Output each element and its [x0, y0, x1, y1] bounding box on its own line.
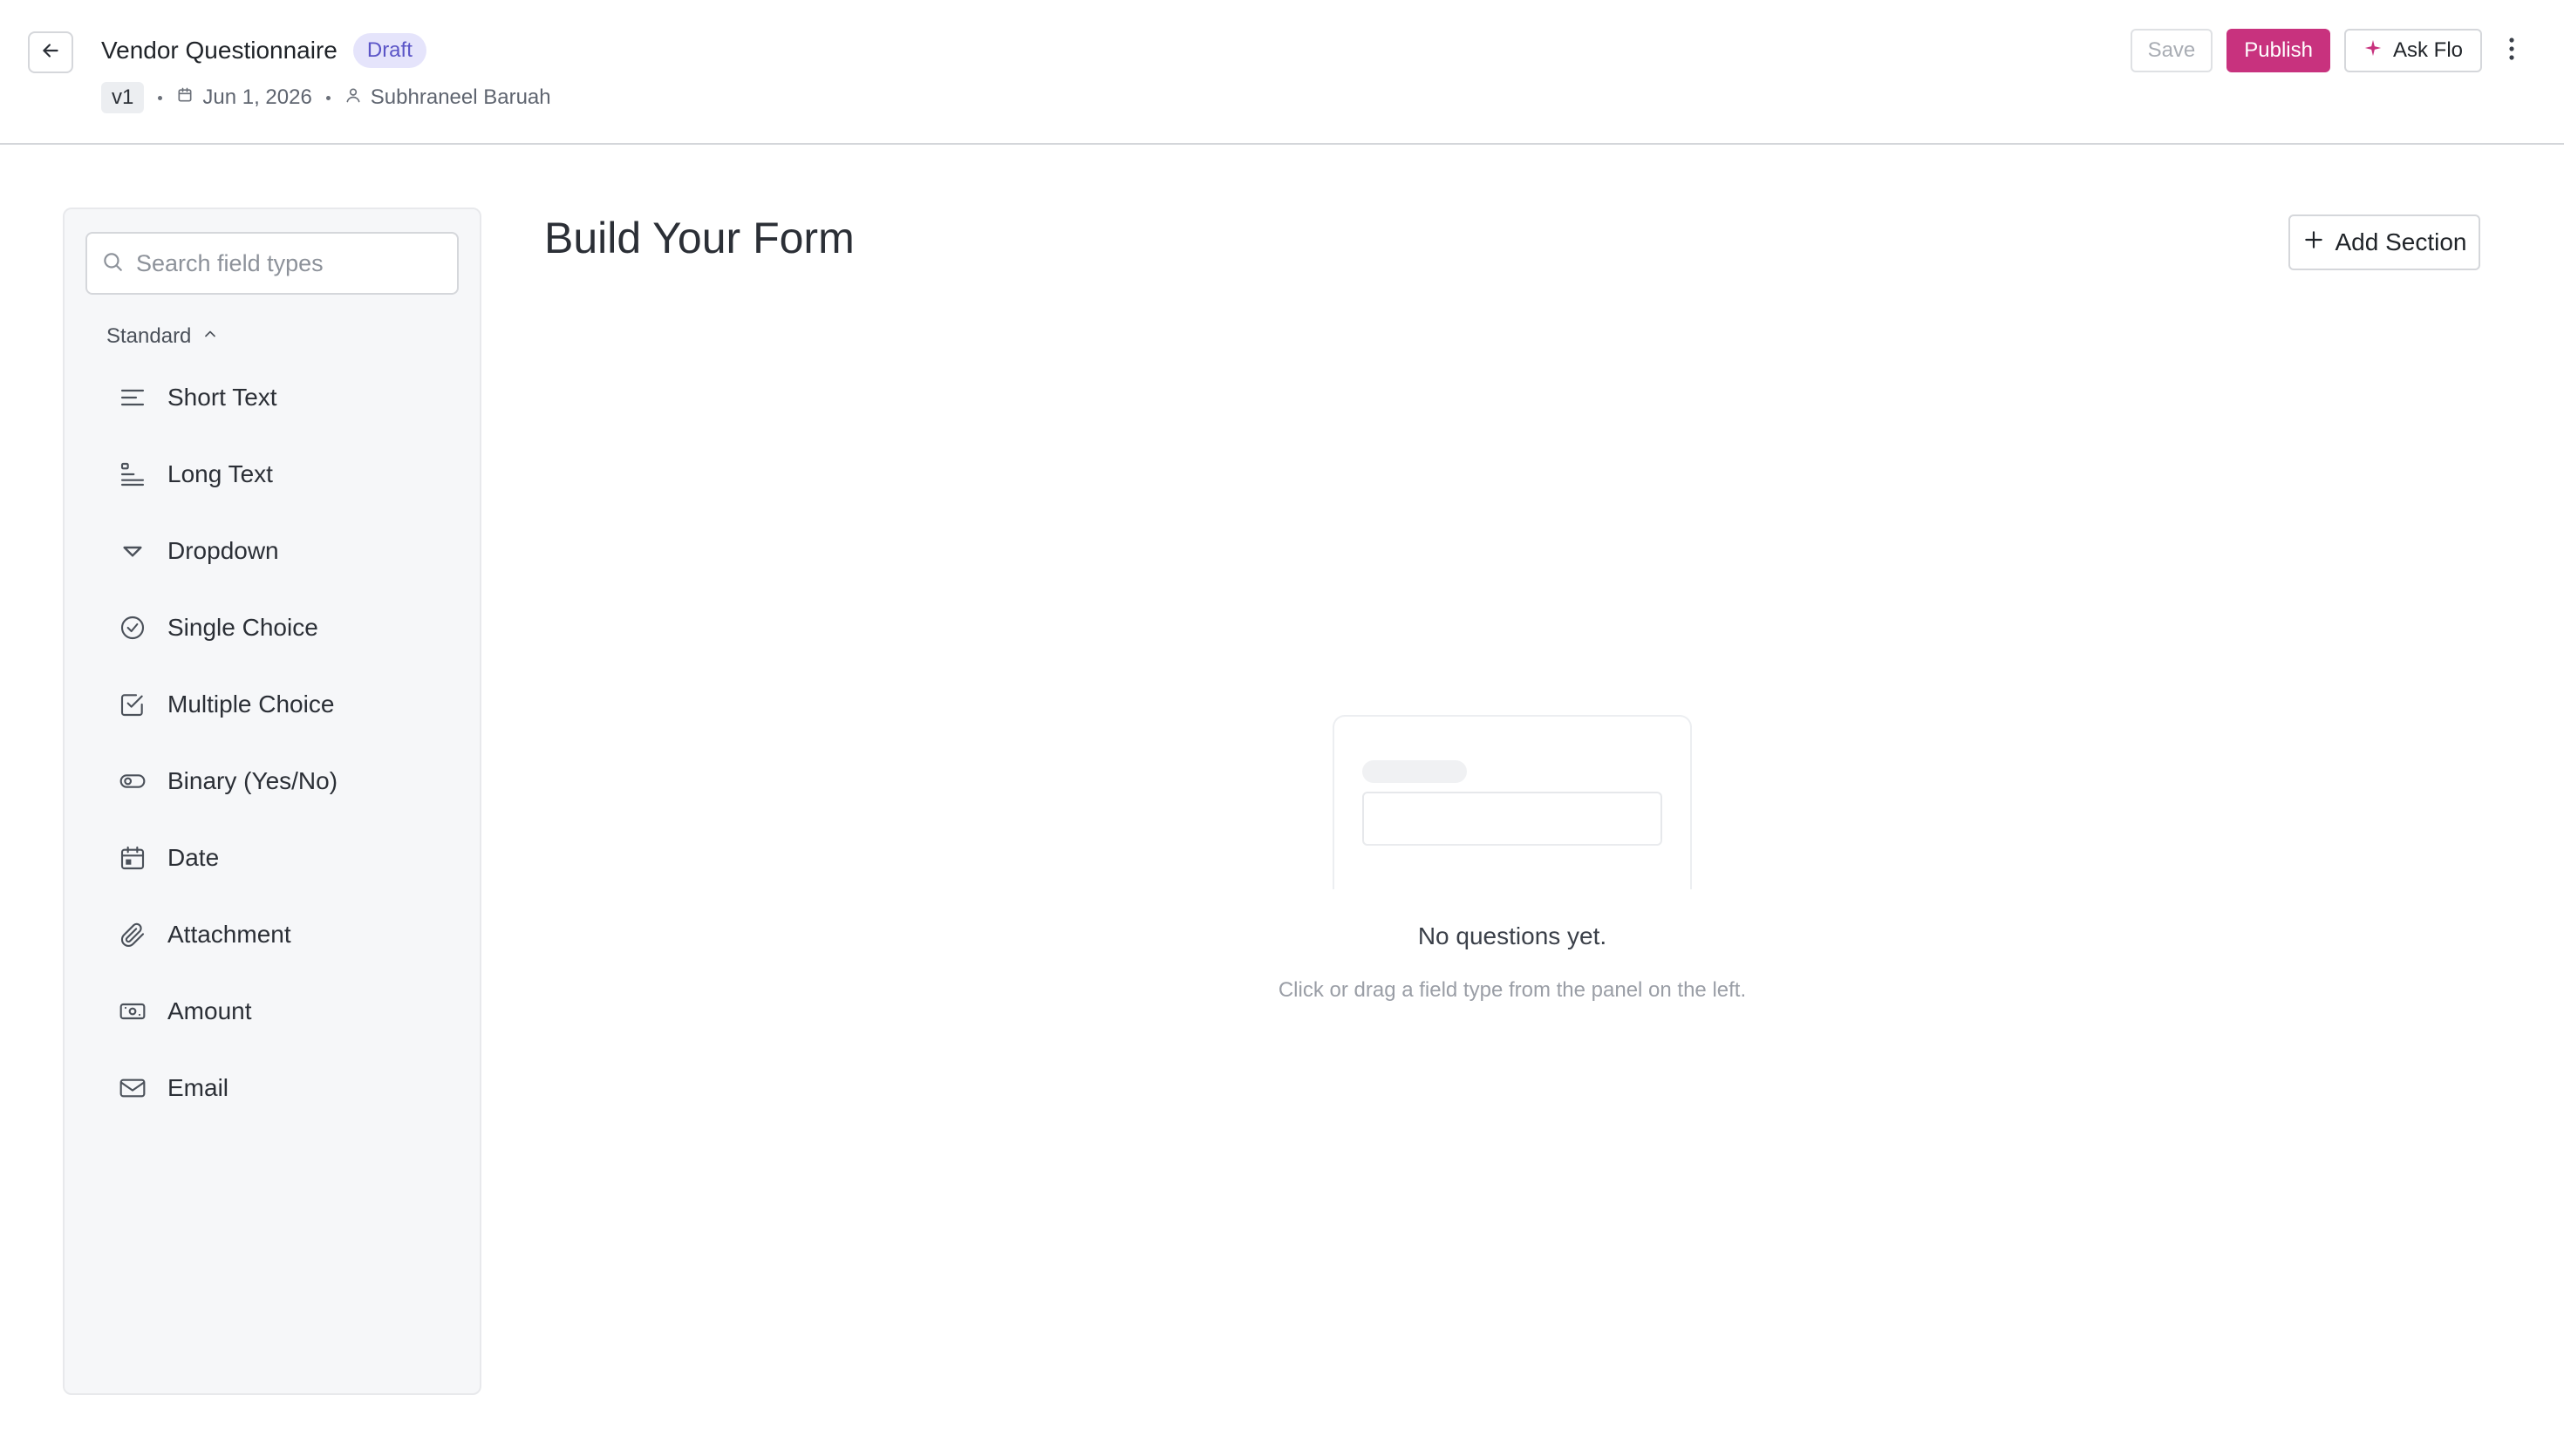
paperclip-icon — [115, 917, 150, 952]
field-type-dropdown[interactable]: Dropdown — [85, 513, 459, 589]
field-type-multiple-choice[interactable]: Multiple Choice — [85, 666, 459, 743]
field-type-label: Attachment — [167, 921, 291, 948]
field-type-label: Short Text — [167, 384, 277, 411]
publish-button[interactable]: Publish — [2226, 29, 2330, 72]
separator-dot — [325, 95, 331, 100]
empty-state-illustration — [1333, 715, 1692, 889]
more-options-button[interactable] — [2496, 29, 2527, 72]
title-row: Vendor Questionnaire Draft — [101, 31, 426, 70]
field-type-binary[interactable]: Binary (Yes/No) — [85, 743, 459, 820]
author-meta: Subhraneel Baruah — [344, 85, 551, 110]
search-box — [85, 232, 459, 295]
chevron-up-icon — [201, 324, 219, 349]
sparkle-icon — [2363, 38, 2383, 64]
page-title: Vendor Questionnaire — [101, 37, 338, 64]
group-label: Standard — [106, 324, 192, 348]
toggle-icon — [115, 764, 150, 799]
field-type-long-text[interactable]: Long Text — [85, 436, 459, 513]
single-choice-icon — [115, 610, 150, 645]
user-icon — [344, 85, 362, 110]
plus-icon — [2302, 228, 2325, 257]
field-type-date[interactable]: Date — [85, 820, 459, 896]
search-input[interactable] — [136, 249, 450, 277]
meta-row: v1 Jun 1, 2026 Subhraneel Baruah — [101, 80, 551, 115]
more-vertical-icon — [2508, 37, 2515, 65]
search-icon — [101, 250, 124, 277]
illustration-label-placeholder — [1362, 760, 1467, 783]
ask-flo-label: Ask Flo — [2392, 38, 2463, 62]
add-section-button[interactable]: Add Section — [2288, 214, 2480, 270]
field-type-attachment[interactable]: Attachment — [85, 896, 459, 973]
page-header: Vendor Questionnaire Draft v1 Jun 1, 202… — [0, 0, 2564, 145]
mail-icon — [115, 1071, 150, 1106]
group-toggle-standard[interactable]: Standard — [106, 324, 219, 349]
back-button[interactable] — [28, 31, 73, 73]
form-builder-title: Build Your Form — [544, 214, 855, 262]
version-chip: v1 — [101, 82, 145, 113]
field-type-label: Date — [167, 844, 220, 871]
date-text: Jun 1, 2026 — [202, 85, 312, 109]
date-meta: Jun 1, 2026 — [176, 85, 312, 110]
empty-state-title: No questions yet. — [1417, 922, 1607, 949]
field-type-label: Binary (Yes/No) — [167, 767, 338, 794]
multiple-choice-icon — [115, 687, 150, 722]
ask-flo-button[interactable]: Ask Flo — [2343, 29, 2482, 72]
field-type-label: Dropdown — [167, 537, 279, 564]
calendar-icon — [115, 840, 150, 875]
status-badge: Draft — [352, 33, 426, 68]
field-type-short-text[interactable]: Short Text — [85, 359, 459, 436]
field-type-label: Amount — [167, 997, 252, 1024]
empty-state-subtitle: Click or drag a field type from the pane… — [1278, 978, 1747, 1002]
field-type-list: Short Text Long Text Dropdown Single Cho… — [85, 359, 459, 1126]
field-type-label: Multiple Choice — [167, 691, 335, 718]
dropdown-icon — [115, 534, 150, 568]
arrow-left-icon — [39, 39, 62, 66]
long-text-icon — [115, 457, 150, 492]
field-type-label: Long Text — [167, 460, 273, 487]
field-type-label: Single Choice — [167, 614, 318, 641]
field-type-amount[interactable]: Amount — [85, 973, 459, 1050]
author-text: Subhraneel Baruah — [370, 85, 551, 109]
field-type-label: Email — [167, 1074, 229, 1101]
short-text-icon — [115, 380, 150, 415]
save-button[interactable]: Save — [2130, 29, 2213, 72]
field-type-email[interactable]: Email — [85, 1050, 459, 1126]
illustration-fade — [1334, 837, 1690, 889]
separator-dot — [158, 95, 163, 100]
field-type-single-choice[interactable]: Single Choice — [85, 589, 459, 666]
header-actions: Save Publish Ask Flo — [2130, 28, 2527, 73]
field-types-panel: Standard Short Text Long Text Dropdown — [63, 208, 481, 1395]
add-section-label: Add Section — [2335, 228, 2467, 255]
calendar-icon — [176, 85, 194, 110]
banknote-icon — [115, 994, 150, 1029]
